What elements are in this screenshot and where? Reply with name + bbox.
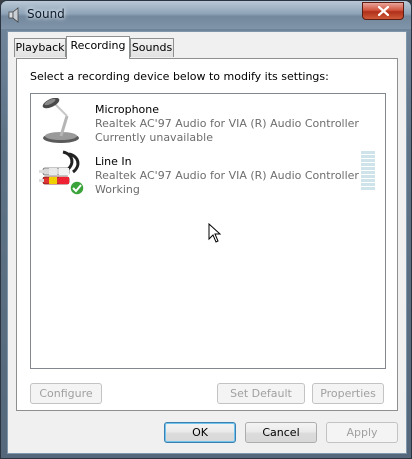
properties-button[interactable]: Properties bbox=[312, 383, 384, 404]
set-default-button[interactable]: Set Default bbox=[217, 383, 305, 404]
tab-recording[interactable]: Recording bbox=[66, 36, 130, 59]
level-meter-segment bbox=[361, 171, 375, 174]
tab-sounds[interactable]: Sounds bbox=[130, 38, 174, 57]
device-description: Realtek AC'97 Audio for VIA (R) Audio Co… bbox=[95, 117, 359, 130]
level-meter-segment bbox=[361, 163, 375, 166]
cancel-button[interactable]: Cancel bbox=[245, 422, 317, 443]
device-item-microphone[interactable]: Microphone Realtek AC'97 Audio for VIA (… bbox=[33, 96, 381, 146]
dialog-client-area: Playback Recording Sounds Select a recor… bbox=[7, 31, 407, 454]
title-bar[interactable]: Sound bbox=[1, 1, 411, 29]
ok-button[interactable]: OK bbox=[164, 422, 236, 443]
microphone-icon bbox=[42, 98, 79, 143]
instruction-text: Select a recording device below to modif… bbox=[30, 70, 329, 83]
speaker-icon bbox=[8, 7, 19, 23]
device-item-line-in[interactable]: Line In Realtek AC'97 Audio for VIA (R) … bbox=[33, 148, 381, 198]
sound-dialog-window: Sound Playback Recording Sounds Select a… bbox=[0, 0, 412, 459]
recording-panel: Select a recording device below to modif… bbox=[16, 58, 398, 411]
window-title: Sound bbox=[27, 7, 65, 21]
configure-button[interactable]: Configure bbox=[30, 383, 102, 404]
apply-button[interactable]: Apply bbox=[326, 422, 398, 443]
level-meter-segment bbox=[361, 159, 375, 162]
level-meter-segment bbox=[361, 155, 375, 158]
level-meter-segment bbox=[361, 183, 375, 186]
check-icon bbox=[69, 180, 85, 196]
device-name: Line In bbox=[95, 155, 132, 168]
tab-playback[interactable]: Playback bbox=[14, 38, 66, 57]
device-status: Currently unavailable bbox=[95, 131, 213, 144]
level-meter-segment bbox=[361, 175, 375, 178]
close-icon bbox=[378, 6, 389, 16]
device-status: Working bbox=[95, 183, 140, 196]
close-button[interactable] bbox=[362, 2, 404, 20]
mouse-pointer-icon bbox=[208, 223, 222, 243]
level-meter-segment bbox=[361, 151, 375, 154]
level-meter-segment bbox=[361, 167, 375, 170]
level-meter bbox=[361, 151, 375, 191]
level-meter-segment bbox=[361, 179, 375, 182]
device-description: Realtek AC'97 Audio for VIA (R) Audio Co… bbox=[95, 169, 359, 182]
level-meter-segment bbox=[361, 187, 375, 190]
device-name: Microphone bbox=[95, 103, 160, 116]
